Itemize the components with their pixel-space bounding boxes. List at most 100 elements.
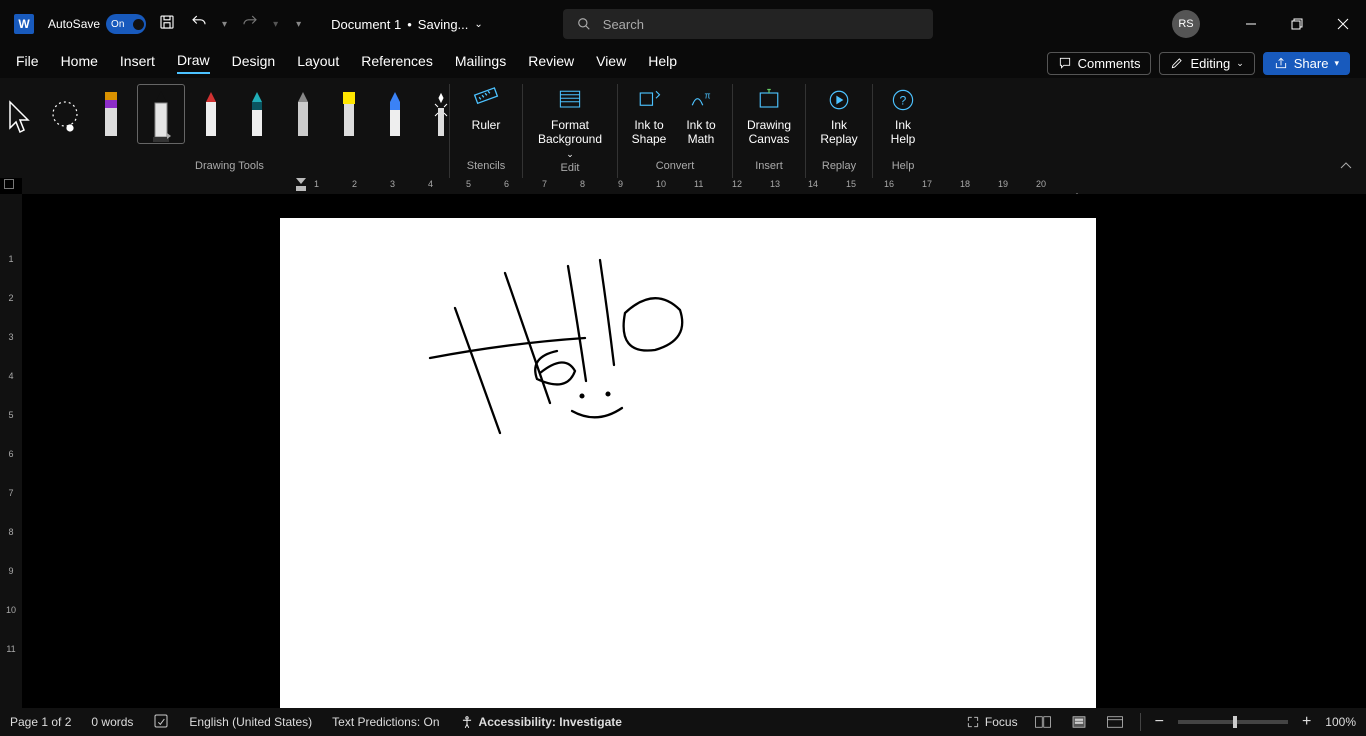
format-background-button[interactable]: FormatBackground ⌄ <box>531 84 609 162</box>
editing-mode-button[interactable]: Editing ⌄ <box>1159 52 1254 75</box>
ruler-tick: 18 <box>960 179 970 189</box>
tab-selector[interactable] <box>4 179 14 189</box>
group-drawing-label: Drawing Tools <box>195 160 264 178</box>
doc-sep: • <box>407 17 412 32</box>
vruler-tick: 11 <box>0 644 22 654</box>
vruler-tick: 7 <box>0 488 22 498</box>
tab-file[interactable]: File <box>16 53 39 73</box>
zoom-level[interactable]: 100% <box>1325 715 1356 729</box>
accessibility-icon <box>460 715 474 729</box>
ruler-tick: 10 <box>656 179 666 189</box>
zoom-slider[interactable] <box>1178 720 1288 724</box>
undo-dropdown[interactable]: ▾ <box>222 19 227 30</box>
tab-layout[interactable]: Layout <box>297 53 339 73</box>
page-indicator[interactable]: Page 1 of 2 <box>10 715 71 729</box>
ruler-tick: 11 <box>694 179 703 189</box>
ruler-button[interactable]: Ruler <box>458 84 514 134</box>
autosave-label: AutoSave <box>48 17 100 31</box>
zoom-in[interactable]: + <box>1302 713 1311 731</box>
ruler-tick: 13 <box>770 179 780 189</box>
l1: Drawing <box>747 118 791 132</box>
print-layout-icon[interactable] <box>1068 713 1090 731</box>
tab-draw[interactable]: Draw <box>177 52 210 74</box>
spelling-icon[interactable] <box>153 713 169 732</box>
share-button[interactable]: Share ▾ <box>1263 52 1350 75</box>
restore-button[interactable] <box>1274 0 1320 48</box>
eraser-pen[interactable] <box>91 84 131 140</box>
ink-to-shape-icon <box>635 86 663 114</box>
tab-home[interactable]: Home <box>61 53 98 73</box>
ruler-tick: 7 <box>542 179 547 189</box>
tab-review[interactable]: Review <box>528 53 574 73</box>
select-tool[interactable] <box>0 84 39 140</box>
minimize-button[interactable] <box>1228 0 1274 48</box>
ink-to-shape-button[interactable]: Ink toShape <box>626 84 672 148</box>
redo-dropdown[interactable]: ▾ <box>273 19 278 30</box>
user-initials: RS <box>1178 18 1193 30</box>
document-name[interactable]: Document 1 <box>331 17 401 32</box>
tab-design[interactable]: Design <box>232 53 276 73</box>
pencil-icon <box>1170 56 1184 70</box>
pen-red[interactable] <box>191 84 231 140</box>
ruler-tick: 16 <box>884 179 894 189</box>
pen-black[interactable] <box>137 84 185 144</box>
accessibility-label: Accessibility: Investigate <box>479 715 622 729</box>
zoom-out[interactable]: − <box>1155 713 1164 731</box>
close-button[interactable] <box>1320 0 1366 48</box>
redo-icon[interactable] <box>241 13 259 36</box>
vertical-ruler[interactable]: 1234567891011 <box>0 194 22 708</box>
ink-canvas[interactable] <box>280 218 1096 708</box>
ink-replay-icon <box>825 86 853 114</box>
language-indicator[interactable]: English (United States) <box>189 715 312 729</box>
docname-dropdown[interactable]: ⌄ <box>474 19 482 30</box>
page[interactable] <box>280 218 1096 708</box>
drawing-canvas-button[interactable]: DrawingCanvas <box>741 84 797 148</box>
tab-view[interactable]: View <box>596 53 626 73</box>
search-input[interactable]: Search <box>563 9 933 39</box>
horizontal-ruler[interactable]: 1234567891011121314151617181920 <box>0 178 1366 194</box>
group-edit-label: Edit <box>561 162 580 178</box>
ink-to-math-button[interactable]: π Ink toMath <box>678 84 724 148</box>
user-avatar[interactable]: RS <box>1172 10 1200 38</box>
highlighter-yellow[interactable] <box>329 84 369 140</box>
vruler-tick: 9 <box>0 566 22 576</box>
chevron-down-icon: ⌄ <box>1236 58 1244 69</box>
ruler-tick: 20 <box>1036 179 1046 189</box>
chevron-down-icon: ⌄ <box>566 149 574 159</box>
lasso-tool[interactable] <box>45 84 85 140</box>
vruler-tick: 1 <box>0 254 22 264</box>
read-mode-icon[interactable] <box>1032 713 1054 731</box>
focus-mode[interactable]: Focus <box>966 715 1018 729</box>
pencil-grey[interactable] <box>283 84 323 140</box>
help-icon: ? <box>889 86 917 114</box>
search-placeholder: Search <box>603 17 644 32</box>
ruler-icon <box>472 86 500 114</box>
group-convert-label: Convert <box>656 160 695 178</box>
undo-icon[interactable] <box>190 13 208 36</box>
ink-replay-button[interactable]: InkReplay <box>814 84 864 148</box>
tab-insert[interactable]: Insert <box>120 53 155 73</box>
comment-icon <box>1058 56 1072 70</box>
ruler-tick: 17 <box>922 179 932 189</box>
autosave-toggle[interactable]: On <box>106 14 146 34</box>
tab-mailings[interactable]: Mailings <box>455 53 506 73</box>
save-icon[interactable] <box>158 13 176 36</box>
pen-rainbow[interactable] <box>375 84 415 140</box>
l1: Ink <box>831 118 847 132</box>
document-area[interactable] <box>22 194 1366 708</box>
comments-button[interactable]: Comments <box>1047 52 1152 75</box>
tab-references[interactable]: References <box>361 53 433 73</box>
accessibility-status[interactable]: Accessibility: Investigate <box>460 715 622 729</box>
text-predictions[interactable]: Text Predictions: On <box>332 715 439 729</box>
collapse-ribbon-icon[interactable] <box>1338 158 1354 179</box>
vruler-tick: 2 <box>0 293 22 303</box>
zoom-thumb[interactable] <box>1233 716 1237 728</box>
ruler-tick: 3 <box>390 179 395 189</box>
tab-help[interactable]: Help <box>648 53 677 73</box>
pen-teal[interactable] <box>237 84 277 140</box>
ink-help-button[interactable]: ? InkHelp <box>881 84 925 148</box>
qat-customize[interactable]: ▾ <box>296 19 301 30</box>
comments-label: Comments <box>1078 56 1141 71</box>
web-layout-icon[interactable] <box>1104 713 1126 731</box>
word-count[interactable]: 0 words <box>91 715 133 729</box>
